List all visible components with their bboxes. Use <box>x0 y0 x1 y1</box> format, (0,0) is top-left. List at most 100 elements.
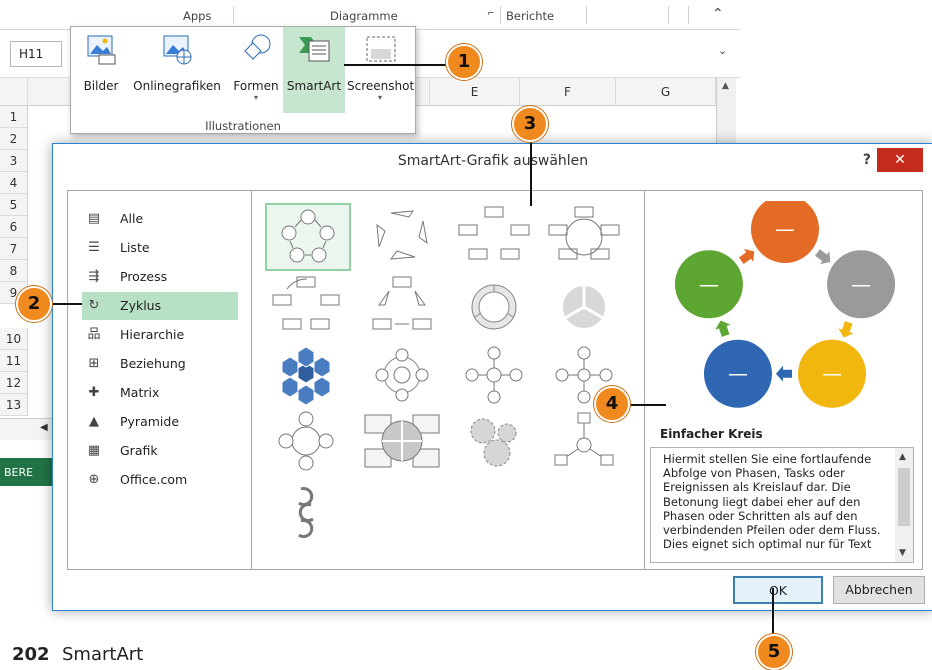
formula-expand-icon[interactable]: ⌄ <box>718 44 727 57</box>
layout-segmented-cycle[interactable] <box>453 275 539 343</box>
help-icon[interactable]: ? <box>863 152 871 168</box>
ribbon-group-berichte[interactable]: Berichte <box>506 9 554 23</box>
layout-cycle-matrix[interactable] <box>361 409 447 477</box>
preview-pane: — — — — — Einfacher Kreis Hiermit stellen Si… <box>646 191 922 569</box>
row-header[interactable]: 1 <box>0 106 28 128</box>
category-label: Zyklus <box>120 298 162 313</box>
callout-line <box>52 303 82 305</box>
row-header[interactable]: 10 <box>0 328 28 350</box>
pictures-button[interactable]: Bilder <box>75 27 127 113</box>
row-header[interactable]: 3 <box>0 150 28 172</box>
process-icon: ⇶ <box>88 269 100 284</box>
globe-icon: ⊕ <box>88 472 100 487</box>
category-zyklus[interactable]: ↻ Zyklus <box>82 292 238 320</box>
row-header[interactable]: 12 <box>0 372 28 394</box>
layout-circle-arrow-process[interactable] <box>265 481 351 549</box>
row-header[interactable]: 4 <box>0 172 28 194</box>
non-directional-cycle-thumbnail <box>548 206 620 260</box>
callout-1: 1 <box>446 44 482 80</box>
scroll-up-icon[interactable]: ▲ <box>722 81 729 91</box>
cycle-arrow <box>815 249 831 265</box>
callout-line <box>628 404 666 406</box>
cycle-arrow <box>715 320 731 337</box>
category-pyramide[interactable]: ▲ Pyramide <box>82 408 238 436</box>
screenshot-button[interactable]: Screenshot ▾ <box>347 27 414 113</box>
cycle-node-label: — <box>728 362 748 386</box>
picture-icon: ▦ <box>87 443 101 458</box>
layout-continuous-cycle[interactable] <box>265 275 351 343</box>
column-header-e[interactable]: E <box>430 78 520 106</box>
layout-basic-cycle[interactable] <box>265 203 351 271</box>
basic-pie-thumbnail <box>561 284 607 330</box>
row-header[interactable]: 6 <box>0 216 28 238</box>
category-alle[interactable]: ▤ Alle <box>82 205 238 233</box>
basic-cycle-thumbnail <box>281 209 335 263</box>
pictures-icon <box>87 35 116 65</box>
shapes-button[interactable]: Formen ▾ <box>229 27 283 113</box>
description-scrollbar[interactable]: ▲ ▼ <box>895 448 913 562</box>
column-header-f[interactable]: F <box>520 78 616 106</box>
name-box[interactable]: H11 <box>10 41 62 67</box>
collapse-ribbon-icon[interactable]: ⌃ <box>712 6 724 22</box>
shapes-dropdown-icon[interactable]: ▾ <box>229 93 283 102</box>
layout-text-cycle[interactable] <box>361 203 447 271</box>
callout-3: 3 <box>512 106 548 142</box>
continuous-cycle-thumbnail <box>272 276 340 330</box>
row-header[interactable]: 13 <box>0 394 28 416</box>
layout-basic-pie[interactable] <box>543 275 629 343</box>
preview-description[interactable]: Hiermit stellen Sie eine fortlaufende Ab… <box>650 447 914 563</box>
ribbon-separator <box>668 6 669 24</box>
layout-radial-venn[interactable] <box>265 409 351 477</box>
online-pictures-button[interactable]: Onlinegrafiken <box>127 27 227 113</box>
page-number: 202 <box>12 644 50 665</box>
layout-hexagon-radial[interactable] <box>265 343 351 411</box>
smartart-button[interactable]: SmartArt <box>283 27 345 113</box>
category-label: Matrix <box>120 385 160 400</box>
basic-radial-thumbnail <box>465 346 523 404</box>
layout-block-cycle[interactable] <box>453 203 539 271</box>
row-header[interactable]: 11 <box>0 350 28 372</box>
category-label: Prozess <box>120 269 168 284</box>
preview-title: Einfacher Kreis <box>660 427 763 441</box>
ok-button[interactable]: OK <box>733 576 823 604</box>
layout-gear[interactable] <box>453 409 539 477</box>
layout-radial-cycle[interactable] <box>361 343 447 411</box>
row-header[interactable]: 2 <box>0 128 28 150</box>
screenshot-dropdown-icon[interactable]: ▾ <box>347 93 413 102</box>
category-label: Office.com <box>120 472 188 487</box>
relationship-icon: ⊞ <box>88 356 100 371</box>
layout-basic-radial[interactable] <box>453 343 539 411</box>
category-grafik[interactable]: ▦ Grafik <box>82 437 238 465</box>
callout-2: 2 <box>16 286 52 322</box>
dialog-launcher-icon[interactable]: ⌐ <box>487 9 495 19</box>
category-label: Liste <box>120 240 150 255</box>
shapes-icon <box>244 34 271 60</box>
ribbon-group-apps[interactable]: Apps <box>183 9 211 23</box>
layout-non-directional-cycle[interactable] <box>543 203 629 271</box>
cycle-node-label: — <box>775 217 795 241</box>
close-button[interactable]: ✕ <box>877 148 923 172</box>
category-office-com[interactable]: ⊕ Office.com <box>82 466 238 494</box>
row-header[interactable]: 5 <box>0 194 28 216</box>
hierarchy-icon: 品 <box>87 327 101 342</box>
circle-arrow-process-thumbnail <box>298 487 314 539</box>
column-header-g[interactable]: G <box>616 78 716 106</box>
ribbon-group-diagramme[interactable]: Diagramme <box>330 9 398 23</box>
scroll-up-icon[interactable]: ▲ <box>899 450 906 464</box>
list-icon: ☰ <box>88 240 100 255</box>
scroll-down-icon[interactable]: ▼ <box>899 546 906 560</box>
category-matrix[interactable]: ✚ Matrix <box>82 379 238 407</box>
row-header[interactable]: 8 <box>0 260 28 282</box>
category-prozess[interactable]: ⇶ Prozess <box>82 263 238 291</box>
row-header[interactable]: 7 <box>0 238 28 260</box>
online-pictures-icon <box>163 35 192 65</box>
layout-multidirectional-cycle[interactable] <box>361 275 447 343</box>
ribbon-separator <box>688 6 689 24</box>
category-liste[interactable]: ☰ Liste <box>82 234 238 262</box>
category-hierarchie[interactable]: 品 Hierarchie <box>82 321 238 349</box>
category-beziehung[interactable]: ⊞ Beziehung <box>82 350 238 378</box>
select-all-corner[interactable] <box>0 78 28 106</box>
scroll-left-icon[interactable]: ◀ <box>40 422 48 433</box>
cancel-button[interactable]: Abbrechen <box>833 576 925 604</box>
scroll-thumb[interactable] <box>898 468 910 526</box>
